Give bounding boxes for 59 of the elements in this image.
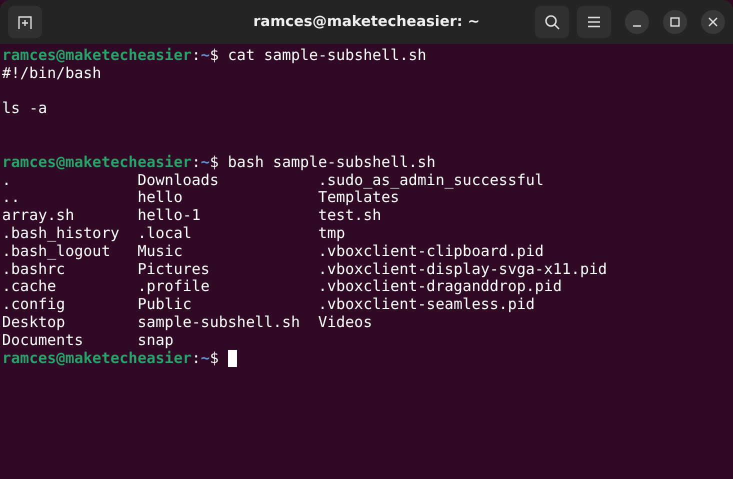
file-name: Videos xyxy=(318,312,372,331)
file-name: Documents xyxy=(2,330,84,349)
file-name: Music xyxy=(137,242,183,260)
file-name: .bashrc xyxy=(2,260,66,278)
file-name: .profile xyxy=(137,277,210,296)
new-tab-icon xyxy=(17,14,33,30)
file-name: .vboxclient-seamless.pid xyxy=(318,295,535,314)
command-text: bash sample-subshell.sh xyxy=(228,154,436,172)
window-title: ramces@maketecheasier: ~ xyxy=(253,14,480,30)
file-name: hello-1 xyxy=(137,206,201,224)
prompt-user-host: ramces@maketecheasier xyxy=(2,47,192,65)
menu-icon xyxy=(587,16,601,28)
file-name: sample-subshell.sh xyxy=(137,312,300,331)
file-name: .. xyxy=(2,188,20,206)
prompt-symbol: $ xyxy=(210,47,219,65)
file-name: .bash_history xyxy=(2,224,120,242)
prompt-path: ~ xyxy=(200,154,210,172)
prompt-symbol: $ xyxy=(210,154,219,172)
text-cursor xyxy=(228,350,237,367)
file-name: .vboxclient-clipboard.pid xyxy=(318,242,544,260)
maximize-icon xyxy=(670,17,680,27)
prompt-user-host: ramces@maketecheasier xyxy=(2,350,192,368)
minimize-button[interactable] xyxy=(625,10,649,34)
file-name: snap xyxy=(137,330,174,349)
file-name: test.sh xyxy=(318,206,382,224)
prompt-symbol: $ xyxy=(210,350,219,368)
file-name: .vboxclient-display-svga-x11.pid xyxy=(318,260,608,278)
file-name: . xyxy=(2,170,12,189)
command-text: cat sample-subshell.sh xyxy=(228,47,426,65)
file-name: .vboxclient-draganddrop.pid xyxy=(318,277,562,296)
minimize-icon xyxy=(632,25,642,27)
file-name: .local xyxy=(137,224,192,242)
prompt-separator: : xyxy=(192,154,201,172)
maximize-button[interactable] xyxy=(663,10,687,34)
file-name: Public xyxy=(137,295,192,314)
close-icon xyxy=(708,17,718,27)
file-name: .sudo_as_admin_successful xyxy=(318,170,544,189)
search-icon xyxy=(544,14,560,30)
file-name: .bash_logout xyxy=(2,242,110,260)
menu-button[interactable] xyxy=(577,6,611,38)
prompt-path: ~ xyxy=(200,47,210,65)
prompt-separator: : xyxy=(192,350,201,368)
file-name: .cache xyxy=(2,277,56,296)
file-name: Pictures xyxy=(137,260,210,278)
file-name: Templates xyxy=(318,188,400,206)
output-text: #!/bin/bash xyxy=(2,64,102,83)
file-name: tmp xyxy=(318,224,346,242)
new-tab-button[interactable] xyxy=(8,6,42,38)
file-name: hello xyxy=(137,188,183,206)
file-name: Downloads xyxy=(137,170,219,189)
prompt-path: ~ xyxy=(200,350,210,368)
search-button[interactable] xyxy=(535,6,569,38)
prompt-user-host: ramces@maketecheasier xyxy=(2,154,192,172)
close-button[interactable] xyxy=(701,10,725,34)
prompt-separator: : xyxy=(192,47,201,65)
file-name: array.sh xyxy=(2,206,74,224)
output-text: ls -a xyxy=(2,100,48,118)
file-name: .config xyxy=(2,295,66,314)
file-name: Desktop xyxy=(2,312,66,331)
